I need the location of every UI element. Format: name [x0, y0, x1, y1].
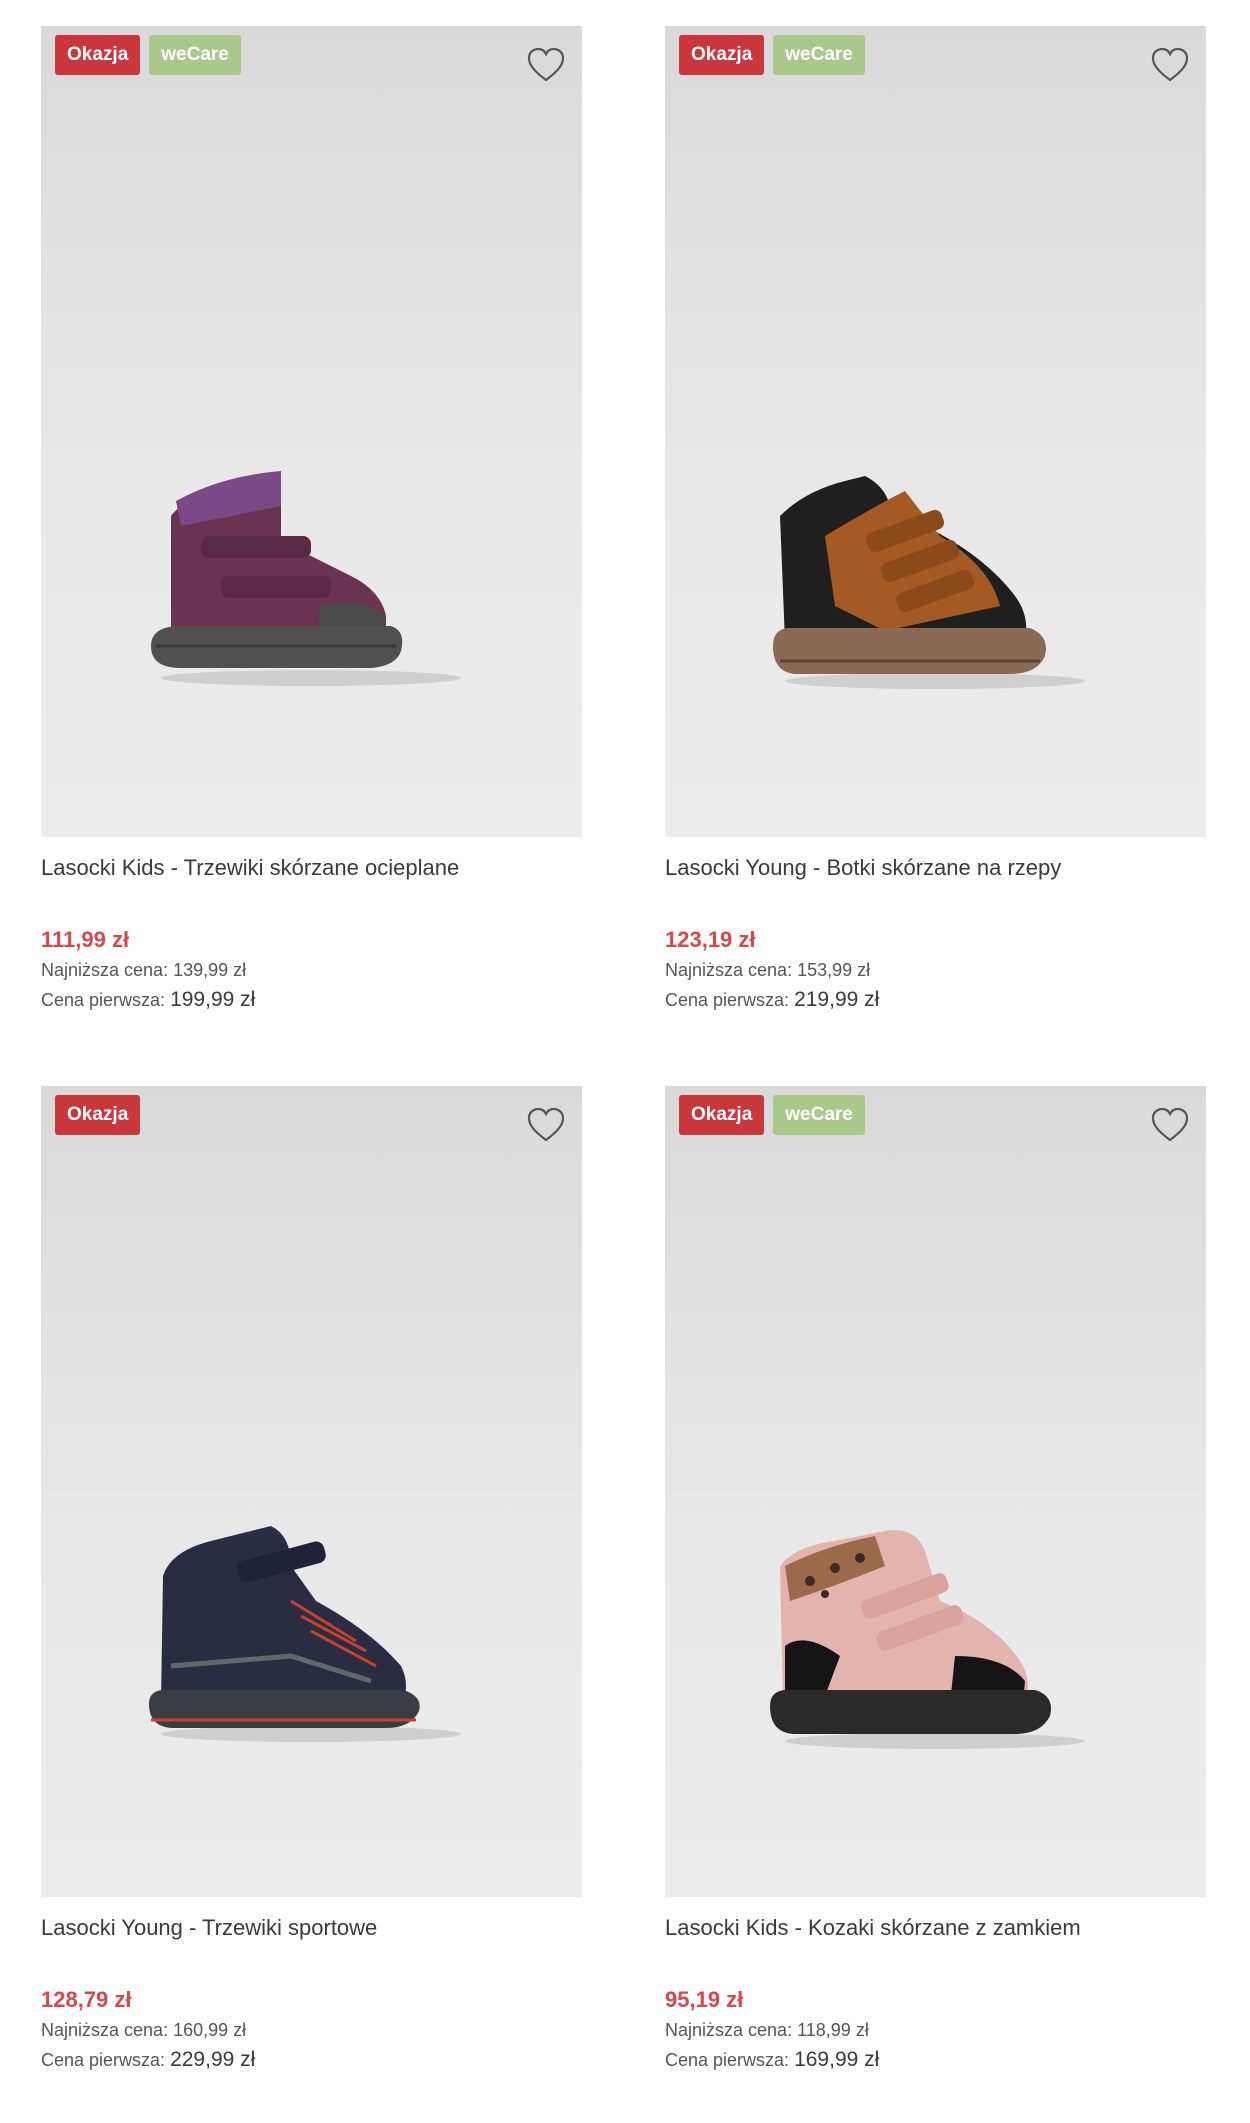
wecare-badge: weCare — [149, 35, 241, 75]
heart-outline-icon[interactable] — [1150, 1106, 1190, 1144]
original-price-label: Cena pierwsza: — [41, 2050, 166, 2070]
original-price-row: Cena pierwsza: 169,99 zł — [665, 2045, 1206, 2075]
pink-boot-image — [770, 1530, 1085, 1749]
lowest-price-label: Najniższa cena: — [665, 2020, 793, 2040]
badges: Okazja weCare — [55, 35, 241, 75]
wecare-badge: weCare — [773, 1095, 865, 1135]
lowest-price-label: Najniższa cena: — [41, 960, 169, 980]
wecare-badge: weCare — [773, 35, 865, 75]
product-title[interactable]: Lasocki Young - Botki skórzane na rzepy — [665, 853, 1206, 883]
lowest-price-row: Najniższa cena: 118,99 zł — [665, 2015, 1206, 2045]
lowest-price-value: 139,99 zł — [173, 960, 247, 980]
lowest-price-value: 153,99 zł — [797, 960, 871, 980]
sale-price: 128,79 zł — [41, 1987, 132, 2012]
product-image[interactable]: Okazja weCare — [665, 26, 1206, 837]
product-image[interactable]: Okazja weCare — [41, 26, 582, 837]
original-price-row: Cena pierwsza: 199,99 zł — [41, 985, 582, 1015]
original-price-label: Cena pierwsza: — [665, 2050, 790, 2070]
okazja-badge: Okazja — [679, 1095, 765, 1135]
product-title[interactable]: Lasocki Kids - Trzewiki skórzane ociepla… — [41, 853, 582, 883]
sale-price: 111,99 zł — [41, 927, 130, 952]
product-title[interactable]: Lasocki Young - Trzewiki sportowe — [41, 1913, 582, 1943]
lowest-price-row: Najniższa cena: 153,99 zł — [665, 955, 1206, 985]
original-price-value: 199,99 zł — [170, 988, 256, 1011]
product-image[interactable]: Okazja weCare — [665, 1086, 1206, 1897]
original-price-value: 169,99 zł — [794, 2048, 880, 2071]
original-price-label: Cena pierwsza: — [665, 990, 790, 1010]
badges: Okazja weCare — [679, 35, 865, 75]
lowest-price-label: Najniższa cena: — [41, 2020, 169, 2040]
original-price-value: 229,99 zł — [170, 2048, 256, 2071]
product-card[interactable]: Okazja Lasocki Young - Trzewiki sportowe… — [41, 1086, 582, 2075]
sale-price: 123,19 zł — [665, 927, 756, 952]
lowest-price-row: Najniższa cena: 139,99 zł — [41, 955, 582, 985]
okazja-badge: Okazja — [679, 35, 765, 75]
okazja-badge: Okazja — [55, 35, 141, 75]
badges: Okazja — [55, 1095, 141, 1135]
sale-price: 95,19 zł — [665, 1987, 744, 2012]
lowest-price-row: Najniższa cena: 160,99 zł — [41, 2015, 582, 2045]
product-title[interactable]: Lasocki Kids - Kozaki skórzane z zamkiem — [665, 1913, 1206, 1943]
badges: Okazja weCare — [679, 1095, 865, 1135]
original-price-value: 219,99 zł — [794, 988, 880, 1011]
lowest-price-label: Najniższa cena: — [665, 960, 793, 980]
brown-boot-image — [773, 476, 1085, 689]
navy-boot-image — [149, 1526, 461, 1742]
original-price-row: Cena pierwsza: 219,99 zł — [665, 985, 1206, 1015]
product-image[interactable]: Okazja — [41, 1086, 582, 1897]
lowest-price-value: 160,99 zł — [173, 2020, 247, 2040]
original-price-label: Cena pierwsza: — [41, 990, 166, 1010]
lowest-price-value: 118,99 zł — [797, 2020, 869, 2040]
product-card[interactable]: Okazja weCare Lasocki Kids - Kozaki skór… — [665, 1086, 1206, 2075]
heart-outline-icon[interactable] — [1150, 46, 1190, 84]
okazja-badge: Okazja — [55, 1095, 141, 1135]
original-price-row: Cena pierwsza: 229,99 zł — [41, 2045, 582, 2075]
product-card[interactable]: Okazja weCare Lasocki Young - Botki skór… — [665, 26, 1206, 1015]
purple-boot-image — [151, 471, 461, 686]
heart-outline-icon[interactable] — [526, 1106, 566, 1144]
product-card[interactable]: Okazja weCare Lasocki Kids - Trzewiki sk… — [41, 26, 582, 1015]
heart-outline-icon[interactable] — [526, 46, 566, 84]
